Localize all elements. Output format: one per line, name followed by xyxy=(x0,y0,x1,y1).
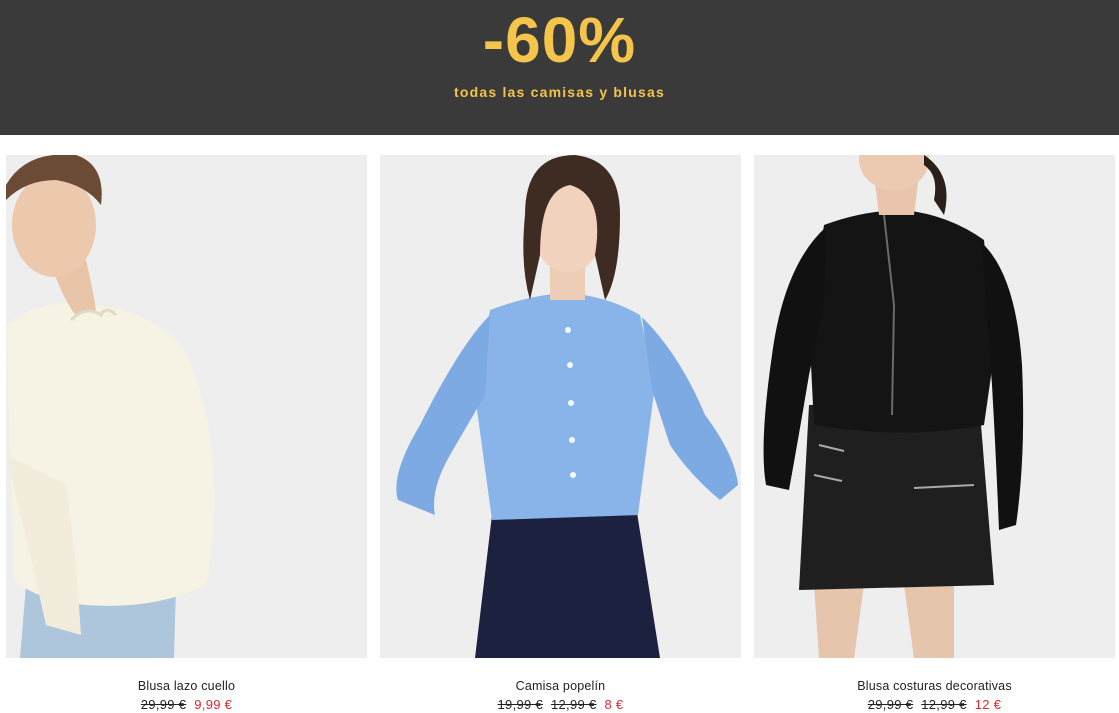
old-price: 29,99 € xyxy=(867,697,914,712)
old-price: 12,99 € xyxy=(921,697,967,712)
sale-price: 12 € xyxy=(974,697,1002,712)
product-name[interactable]: Blusa costuras decorativas xyxy=(754,679,1115,693)
product-card[interactable]: Blusa lazo cuello 29,99 € 9,99 € xyxy=(6,155,367,712)
model-blue-shirt-image xyxy=(380,155,741,658)
product-name[interactable]: Blusa lazo cuello xyxy=(6,679,367,693)
promo-banner[interactable]: -60% todas las camisas y blusas xyxy=(0,0,1119,135)
old-price: 19,99 € xyxy=(497,697,543,712)
sale-price: 8 € xyxy=(604,697,624,712)
banner-discount: -60% xyxy=(482,4,637,76)
product-prices: 29,99 € 12,99 € 12 € xyxy=(754,697,1115,712)
product-card[interactable]: Blusa costuras decorativas 29,99 € 12,99 … xyxy=(754,155,1115,712)
sale-price: 9,99 € xyxy=(194,697,233,712)
product-card[interactable]: Camisa popelín 19,99 € 12,99 € 8 € xyxy=(380,155,741,712)
product-name[interactable]: Camisa popelín xyxy=(380,679,741,693)
model-cream-blouse-image xyxy=(6,155,367,658)
banner-subtitle: todas las camisas y blusas xyxy=(454,84,665,100)
old-price: 29,99 € xyxy=(140,697,187,712)
product-image[interactable] xyxy=(754,155,1115,658)
product-image[interactable] xyxy=(6,155,367,658)
product-prices: 19,99 € 12,99 € 8 € xyxy=(380,697,741,712)
product-prices: 29,99 € 9,99 € xyxy=(6,697,367,712)
product-image[interactable] xyxy=(380,155,741,658)
model-black-blouse-image xyxy=(754,155,1115,658)
old-price: 12,99 € xyxy=(551,697,597,712)
